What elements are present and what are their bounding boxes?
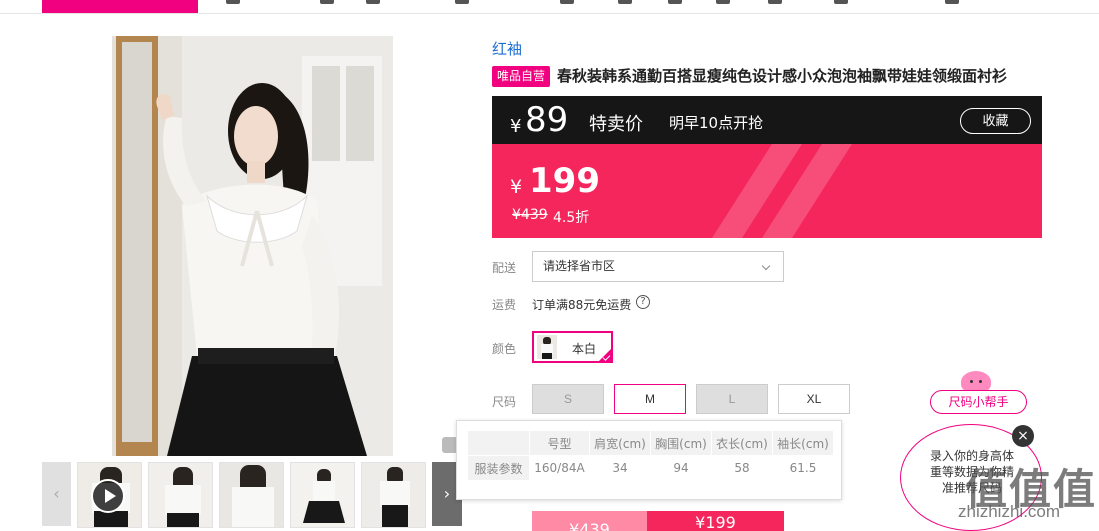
nav-item[interactable] (320, 0, 334, 4)
nav-item[interactable] (455, 0, 469, 4)
sale-start-time: 明早10点开抢 (669, 114, 764, 132)
swatch-image (537, 335, 557, 359)
favorite-button[interactable]: 收藏 (960, 108, 1031, 134)
size-label: 尺码 (492, 395, 517, 409)
size-option-m[interactable]: M (614, 384, 686, 414)
thumbnail-image (291, 463, 354, 527)
table-header-cell: 袖长(cm) (772, 430, 834, 456)
table-header-cell (467, 430, 530, 456)
mascot-eye (970, 380, 973, 383)
current-price: 199 (529, 161, 600, 201)
nav-item[interactable] (366, 0, 380, 4)
buy-now-button[interactable]: ¥199 (647, 511, 784, 531)
thumbnail-image (149, 463, 212, 527)
table-header-row: 号型 肩宽(cm) 胸围(cm) 衣长(cm) 袖长(cm) (467, 430, 834, 456)
table-cell: 94 (650, 455, 712, 481)
category-tab-active[interactable] (42, 0, 198, 13)
table-header-cell: 肩宽(cm) (589, 430, 651, 456)
currency-symbol: ¥ (510, 176, 523, 198)
discount-label: 4.5折 (553, 210, 590, 226)
nav-item[interactable] (226, 0, 240, 4)
nav-item[interactable] (668, 0, 682, 4)
delivery-placeholder: 请选择省市区 (543, 259, 616, 273)
thumbnail-prev-button[interactable]: ‹ (42, 462, 71, 526)
current-price-bar: ¥ 199 ¥439 4.5折 (492, 144, 1042, 238)
currency-symbol: ¥ (510, 116, 522, 137)
play-icon[interactable] (91, 479, 125, 513)
color-option-label: 本白 (572, 342, 597, 356)
size-chart-table: 号型 肩宽(cm) 胸围(cm) 衣长(cm) 袖长(cm) 服装参数 160/… (467, 430, 834, 481)
size-chart-tooltip: 号型 肩宽(cm) 胸围(cm) 衣长(cm) 袖长(cm) 服装参数 160/… (456, 420, 842, 500)
original-price-buy-button[interactable]: ¥439 (532, 511, 647, 531)
product-main-image[interactable] (112, 36, 393, 456)
thumbnail-video[interactable] (77, 462, 142, 528)
thumbnail-strip: ‹ › (42, 462, 462, 531)
delivery-region-select[interactable]: 请选择省市区 (532, 251, 784, 282)
table-header-cell: 衣长(cm) (711, 430, 773, 456)
size-helper-button[interactable]: 尺码小帮手 (930, 390, 1027, 414)
nav-item[interactable] (768, 0, 782, 4)
original-price: ¥439 (512, 207, 548, 223)
special-price-label: 特卖价 (589, 114, 643, 135)
delivery-label: 配送 (492, 261, 517, 275)
color-swatch-image (537, 335, 557, 359)
size-option-l[interactable]: L (696, 384, 768, 414)
thumbnail-item[interactable] (361, 462, 426, 528)
table-cell: 34 (589, 455, 651, 481)
top-navigation (0, 0, 1099, 14)
table-header-cell: 胸围(cm) (650, 430, 712, 456)
table-header-cell: 号型 (529, 430, 590, 456)
nav-item[interactable] (716, 0, 730, 4)
nav-item[interactable] (945, 0, 959, 4)
decorative-stripes (712, 144, 852, 238)
table-row: 服装参数 160/84A 34 94 58 61.5 (467, 455, 834, 481)
nav-item[interactable] (618, 0, 632, 4)
watermark-url: zhizhizhi.com (958, 502, 1061, 521)
self-operated-badge: 唯品自营 (492, 66, 551, 87)
chevron-right-icon: › (443, 484, 451, 503)
shipping-info: 订单满88元免运费 (532, 298, 632, 312)
shipping-label: 运费 (492, 298, 517, 312)
chevron-left-icon: ‹ (53, 484, 60, 503)
close-icon[interactable]: × (1012, 425, 1034, 447)
nav-item[interactable] (560, 0, 574, 4)
mascot-eye (979, 380, 982, 383)
product-title: 春秋装韩系通勤百搭显瘦纯色设计感小众泡泡袖飘带娃娃领缎面衬衫 (557, 67, 1008, 85)
color-option-selected[interactable]: 本白 (532, 331, 613, 363)
thumbnail-item[interactable] (148, 462, 213, 528)
table-cell: 58 (711, 455, 773, 481)
thumbnail-item[interactable] (290, 462, 355, 528)
table-cell: 61.5 (772, 455, 834, 481)
thumbnail-image (362, 463, 425, 527)
table-cell: 160/84A (529, 455, 590, 481)
size-option-xl[interactable]: XL (778, 384, 850, 414)
nav-item[interactable] (834, 0, 848, 4)
special-price: 89 (525, 100, 569, 140)
brand-link[interactable]: 红袖 (492, 38, 522, 59)
thumbnail-image (220, 463, 283, 527)
model-photo (112, 36, 393, 456)
size-option-s[interactable]: S (532, 384, 604, 414)
thumbnail-item[interactable] (219, 462, 284, 528)
chevron-down-icon (761, 261, 771, 271)
table-row-header: 服装参数 (467, 455, 530, 481)
special-price-bar: ¥ 89 特卖价 明早10点开抢 收藏 (492, 96, 1042, 144)
color-label: 颜色 (492, 342, 517, 356)
help-icon[interactable]: ? (636, 295, 650, 309)
purchase-buttons: ¥439 ¥199 (532, 511, 784, 531)
